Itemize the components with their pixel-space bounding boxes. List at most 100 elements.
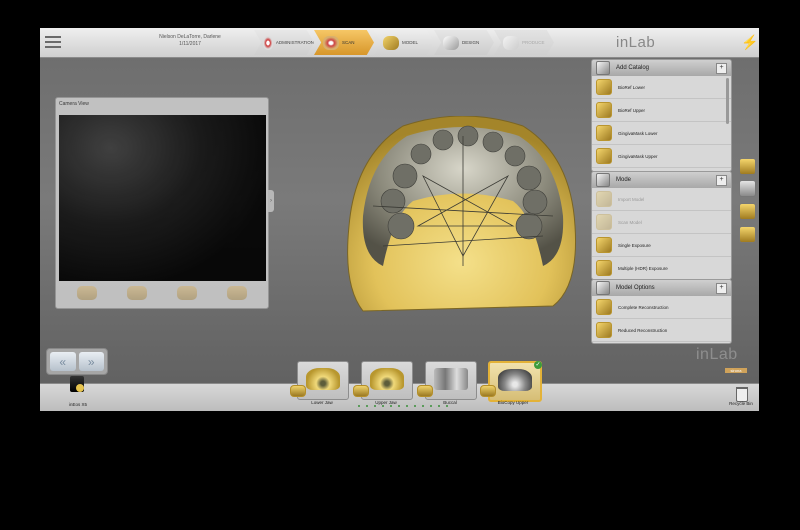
catalog-icon [596, 61, 610, 75]
model-options-panel: Model Options + Complete Reconstruction … [591, 279, 732, 344]
mode-header: Mode + [592, 172, 731, 188]
tool-icon[interactable] [739, 203, 756, 220]
scan-model-icon [596, 214, 612, 230]
bioref-lower-icon [596, 79, 612, 95]
catalog-label: Lower Jaw [311, 400, 333, 405]
option-reduced-reconstruction[interactable]: Reduced Reconstruction [592, 319, 731, 342]
catalog-label: BioCopy Upper [497, 400, 529, 405]
patient-name: Nielson DeLaTorre, Darlene [159, 34, 221, 40]
top-bar: Nielson DeLaTorre, Darlene 1/11/2017 Adm… [40, 28, 759, 58]
collapse-button[interactable]: + [716, 283, 727, 294]
lightning-icon[interactable]: ⚡ [741, 34, 758, 50]
camera-feed [59, 115, 266, 281]
item-label: Multiple (HDR) Exposure [618, 265, 668, 271]
mode-icon [596, 173, 610, 187]
gingivamask-upper-icon [596, 148, 612, 164]
scrollbar[interactable] [726, 78, 729, 124]
settings-icon[interactable] [739, 226, 756, 243]
jaw-model-3d[interactable] [343, 116, 583, 316]
item-label: Scan Model [618, 219, 642, 225]
camera-thumbnails [62, 282, 262, 304]
menu-icon[interactable] [45, 36, 61, 49]
item-label: GingivaMask Lower [618, 130, 658, 136]
device-label: inEos X5 [68, 402, 87, 407]
step-design[interactable]: Design [434, 30, 494, 55]
step-label: Produce [522, 40, 545, 45]
item-label: Reduced Reconstruction [618, 327, 668, 333]
item-label: Complete Reconstruction [618, 304, 669, 310]
option-complete-reconstruction[interactable]: Complete Reconstruction [592, 296, 731, 319]
catalog-item-bioref-lower[interactable]: BioRef Lower [592, 76, 731, 99]
hdr-exposure-icon [596, 260, 612, 276]
model-icon [383, 35, 399, 50]
design-icon [443, 35, 459, 50]
view-toggle-icon[interactable] [739, 158, 756, 175]
biocopy-mini-icon [480, 385, 496, 397]
mode-item-hdr-exposure[interactable]: Multiple (HDR) Exposure [592, 257, 731, 279]
patient-info: Nielson DeLaTorre, Darlene 1/11/2017 [120, 34, 260, 48]
panel-title: Add Catalog [616, 65, 650, 71]
catalog-biocopy-upper[interactable]: ✓ [488, 361, 542, 402]
add-catalog-panel: Add Catalog + BioRef Lower BioRef Upper … [591, 59, 732, 172]
item-label: GingivaMask Upper [618, 153, 658, 159]
item-label: Import Model [618, 196, 645, 202]
mode-item-import-model: Import Model [592, 188, 731, 211]
step-scan[interactable]: Scan [314, 30, 374, 55]
bioref-upper-icon [596, 102, 612, 118]
step-administration[interactable]: Administration [254, 30, 314, 55]
mode-item-single-exposure[interactable]: Single Exposure [592, 234, 731, 257]
step-produce[interactable]: Produce [494, 30, 554, 55]
import-model-icon [596, 191, 612, 207]
model-options-icon [596, 281, 610, 295]
workflow-steps: Administration Scan Model Design Produce [254, 30, 554, 55]
step-label: Model [402, 40, 419, 45]
catalog-item-gingivamask-lower[interactable]: GingivaMask Lower [592, 122, 731, 145]
gingivamask-lower-icon [596, 125, 612, 141]
single-exposure-icon [596, 237, 612, 253]
panel-title: Model Options [616, 285, 655, 291]
panel-toggle-icon[interactable] [739, 180, 756, 197]
catalog-item-gingivamask-upper[interactable]: GingivaMask Upper [592, 145, 731, 168]
scanner-badge-icon [76, 384, 84, 392]
item-label: Single Exposure [618, 242, 651, 248]
camera-thumb-icon[interactable] [177, 286, 197, 300]
model-options-header: Model Options + [592, 280, 731, 296]
produce-icon [503, 35, 519, 50]
camera-thumb-icon[interactable] [127, 286, 147, 300]
progress-dots [358, 405, 448, 407]
complete-reconstruction-icon [596, 299, 612, 315]
patient-date: 1/11/2017 [179, 41, 201, 47]
administration-icon [263, 35, 273, 50]
mode-item-scan-model: Scan Model [592, 211, 731, 234]
item-label: BioRef Upper [618, 107, 646, 113]
add-catalog-header: Add Catalog + [592, 60, 731, 76]
reduced-reconstruction-icon [596, 322, 612, 338]
check-icon: ✓ [534, 361, 542, 369]
forward-button[interactable]: » [78, 352, 104, 371]
buccal-mini-icon [417, 385, 433, 397]
camera-view-panel: Camera View › [55, 97, 274, 309]
camera-thumb-icon[interactable] [227, 286, 247, 300]
upper-jaw-mini-icon [353, 385, 369, 397]
brand-logo: inLab [616, 34, 656, 51]
step-label: Administration [275, 40, 314, 45]
collapse-button[interactable]: + [716, 175, 727, 186]
step-label: Design [462, 40, 480, 45]
mode-panel: Mode + Import Model Scan Model Single Ex… [591, 171, 732, 280]
sirona-badge: sirona [725, 368, 747, 373]
collapse-button[interactable]: + [716, 63, 727, 74]
recycle-bin-label: Recycle Bin [729, 401, 753, 406]
buccal-icon [434, 368, 468, 390]
item-label: BioRef Lower [618, 84, 646, 90]
scan-icon [323, 35, 339, 50]
recycle-bin-icon[interactable] [736, 387, 748, 402]
biocopy-upper-icon [498, 369, 532, 391]
lower-jaw-icon [306, 368, 340, 390]
collapse-handle[interactable]: › [268, 190, 274, 212]
lower-jaw-mini-icon [290, 385, 306, 397]
back-button[interactable]: « [50, 352, 76, 371]
panel-title: Mode [616, 177, 632, 183]
camera-thumb-icon[interactable] [77, 286, 97, 300]
catalog-item-bioref-upper[interactable]: BioRef Upper [592, 99, 731, 122]
step-model[interactable]: Model [374, 30, 434, 55]
